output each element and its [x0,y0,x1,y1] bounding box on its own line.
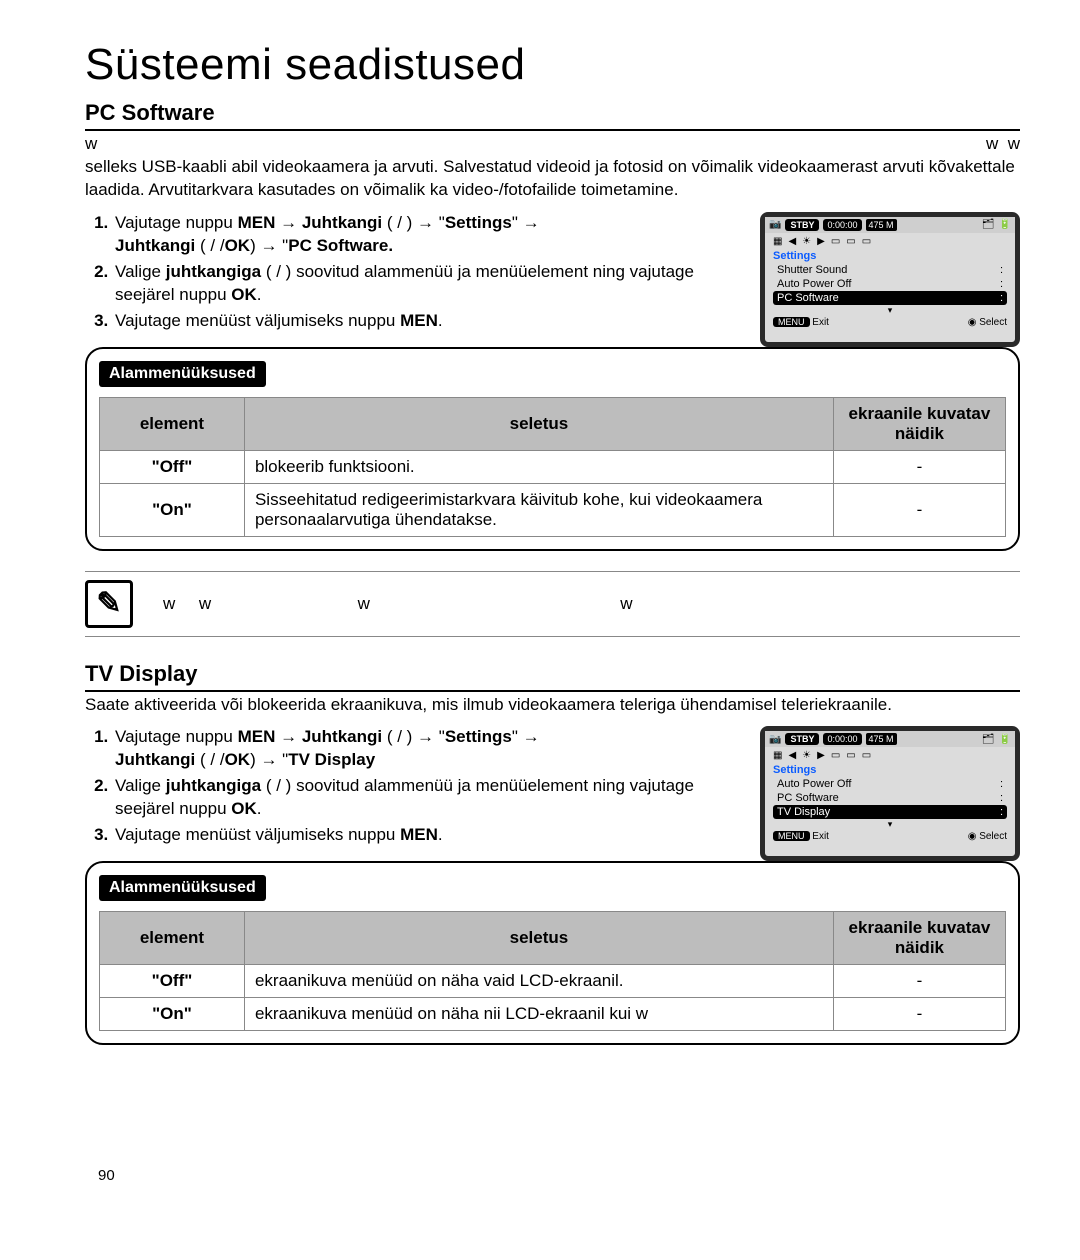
grid-icon: ▦ [773,236,782,247]
submenu-tab: Alammenüüksused [99,875,266,901]
battery-icon: 🔋 [999,219,1011,230]
th-desc: seletus [244,912,833,965]
misc-icon-2: ▭ [862,236,871,247]
pc-intro: selleks USB-kaabli abil videokaamera ja … [85,157,1015,199]
down-arrow-icon: ▾ [765,305,1015,316]
joystick-icon: ◉ [968,831,977,842]
page-title: Süsteemi seadistused [85,40,1020,90]
nav-left-icon: ◀ [788,750,796,761]
th-element: element [100,912,245,965]
down-arrow-icon: ▾ [765,819,1015,830]
camcorder-icon: 📷 [769,734,781,745]
th-element: element [100,397,245,450]
heading-tv-display: TV Display [85,661,1020,692]
mem-badge: 475 M [866,733,897,745]
submenu-box-pc: Alammenüüksused element seletus ekraanil… [85,347,1020,551]
nav-right-icon: ▶ [817,236,825,247]
osd-settings-label: Settings [765,764,1015,777]
time-badge: 0:00:00 [823,733,861,745]
joystick-icon: ◉ [968,317,977,328]
grid-icon: ▦ [773,750,782,761]
pc-step-2: Valige juhtkangiga ( / ) soovitud alamme… [113,261,705,307]
nav-left-icon: ◀ [788,236,796,247]
submenu-tab: Alammenüüksused [99,361,266,387]
note-icon: ✎ [85,580,133,628]
menu-pill: MENU [773,317,810,327]
th-indicator: ekraanile kuvatav näidik [833,912,1005,965]
stby-badge: STBY [785,733,819,745]
table-row: "On" Sisseehitatud redigeerimistarkvara … [100,483,1006,536]
note-text: w w w w [163,594,632,614]
pc-intro-line: w w w selleks USB-kaabli abil videokaame… [85,133,1020,202]
osd-row-active: TV Display: [773,805,1007,819]
note-bar: ✎ w w w w [85,571,1020,637]
stby-badge: STBY [785,219,819,231]
th-indicator: ekraanile kuvatav näidik [833,397,1005,450]
submenu-box-tv: Alammenüüksused element seletus ekraanil… [85,861,1020,1045]
battery-icon: 🔋 [999,734,1011,745]
page-icon: ▭ [831,750,840,761]
page-number: 90 [98,1167,115,1184]
table-row: "Off" blokeerib funktsiooni. - [100,450,1006,483]
pc-step-1: Vajutage nuppu MEN → Juhtkangi ( / ) → "… [113,212,705,258]
tv-step-2: Valige juhtkangiga ( / ) soovitud alamme… [113,775,705,821]
camcorder-icon: 📷 [769,219,781,230]
osd-row: Auto Power Off: [773,277,1007,291]
tv-intro: Saate aktiveerida või blokeerida ekraani… [85,694,1020,717]
table-row: "Off" ekraanikuva menüüd on näha vaid LC… [100,965,1006,998]
table-row: "On" ekraanikuva menüüd on näha nii LCD-… [100,998,1006,1031]
camera-osd-tv: 📷 STBY 0:00:00 475 M 🗂 🔋 ▦ ◀ ☀ ▶ ▭ ▭ ▭ S… [760,726,1020,861]
tv-step-3: Vajutage menüüst väljumiseks nuppu MEN. [113,824,705,847]
mem-badge: 475 M [866,219,897,231]
osd-row: PC Software: [773,791,1007,805]
tv-steps: Vajutage nuppu MEN → Juhtkangi ( / ) → "… [85,726,705,847]
osd-row-active: PC Software: [773,291,1007,305]
heading-pc-software: PC Software [85,100,1020,131]
time-badge: 0:00:00 [823,219,861,231]
misc-icon-2: ▭ [862,750,871,761]
osd-row: Auto Power Off: [773,777,1007,791]
osd-row: Shutter Sound: [773,263,1007,277]
sun-icon: ☀ [802,750,811,761]
menu-pill: MENU [773,831,810,841]
misc-icon: ▭ [846,750,855,761]
card-icon: 🗂 [982,219,995,230]
pc-step-3: Vajutage menüüst väljumiseks nuppu MEN. [113,310,705,333]
th-desc: seletus [244,397,833,450]
camera-osd-pc: 📷 STBY 0:00:00 475 M 🗂 🔋 ▦ ◀ ☀ ▶ ▭ ▭ ▭ S… [760,212,1020,347]
pc-steps: Vajutage nuppu MEN → Juhtkangi ( / ) → "… [85,212,705,333]
nav-right-icon: ▶ [817,750,825,761]
tv-step-1: Vajutage nuppu MEN → Juhtkangi ( / ) → "… [113,726,705,772]
misc-icon: ▭ [846,236,855,247]
submenu-table-tv: element seletus ekraanile kuvatav näidik… [99,911,1006,1031]
submenu-table-pc: element seletus ekraanile kuvatav näidik… [99,397,1006,537]
page-icon: ▭ [831,236,840,247]
sun-icon: ☀ [802,236,811,247]
card-icon: 🗂 [982,734,995,745]
osd-settings-label: Settings [765,250,1015,263]
